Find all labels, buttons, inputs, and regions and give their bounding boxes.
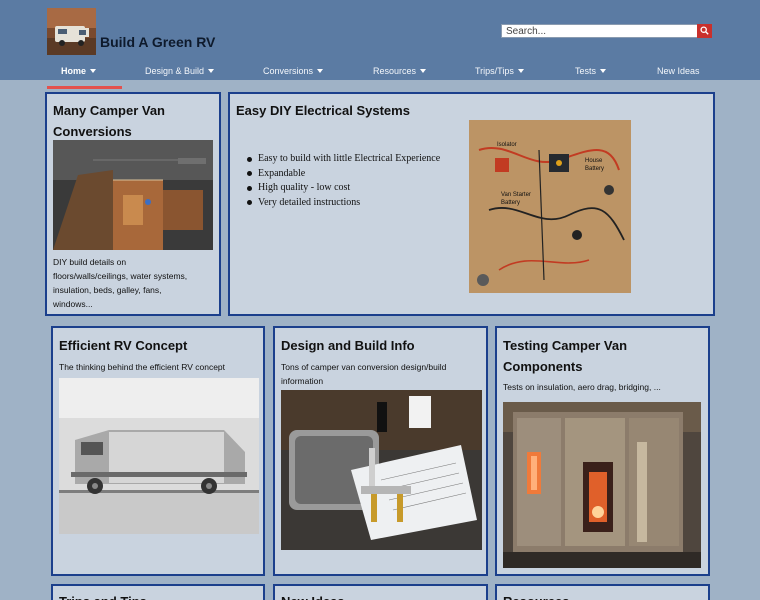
card-description: The thinking behind the efficient RV con… bbox=[59, 362, 226, 372]
feature-list: Easy to build with little Electrical Exp… bbox=[247, 152, 440, 210]
card-title: Testing Camper Van Components bbox=[503, 335, 627, 377]
card-efficient-rv[interactable]: Efficient RV Concept The thinking behind… bbox=[51, 326, 265, 576]
photo-label-isolator: Isolator bbox=[497, 142, 517, 148]
card-design-build[interactable]: Design and Build Info Tons of camper van… bbox=[273, 326, 488, 576]
card-trips-tips[interactable]: Trips and Tips bbox=[51, 584, 265, 600]
caret-down-icon bbox=[317, 69, 324, 73]
caret-down-icon bbox=[517, 69, 524, 73]
van-interior-photo[interactable] bbox=[53, 140, 213, 250]
card-testing[interactable]: Testing Camper Van Components Tests on i… bbox=[495, 326, 710, 576]
search-form bbox=[501, 24, 713, 38]
caret-down-icon bbox=[208, 69, 215, 73]
card-description: Tests on insulation, aero drag, bridging… bbox=[503, 382, 661, 392]
card-title: Resources bbox=[503, 591, 569, 600]
nav-label: Design & Build bbox=[145, 66, 205, 76]
card-resources[interactable]: Resources bbox=[495, 584, 710, 600]
card-title: Efficient RV Concept bbox=[59, 338, 188, 353]
list-item-text: High quality - low cost bbox=[258, 182, 351, 193]
nav-label: New Ideas bbox=[657, 66, 700, 76]
card-title: Trips and Tips bbox=[59, 591, 147, 600]
camper-van-logo[interactable] bbox=[47, 8, 96, 55]
card-description: Tons of camper van conversion design/bui… bbox=[281, 360, 481, 388]
card-title: New Ideas bbox=[281, 591, 345, 600]
caret-down-icon bbox=[600, 69, 607, 73]
card-text-line: floors/walls/ceilings, water systems, bbox=[53, 271, 188, 281]
list-item: High quality - low cost bbox=[247, 181, 440, 196]
card-new-ideas[interactable]: New Ideas bbox=[273, 584, 488, 600]
photo-label-house-battery: House bbox=[585, 158, 603, 164]
photo-label-house-battery: Battery bbox=[585, 166, 604, 172]
sink-faucet-photo[interactable] bbox=[281, 390, 482, 550]
card-conversions[interactable]: Many Camper Van Conversions DIY build de… bbox=[45, 92, 221, 316]
card-electrical[interactable]: Easy DIY Electrical Systems Easy to buil… bbox=[228, 92, 715, 316]
nav-label: Tests bbox=[575, 66, 597, 76]
nav-conversions[interactable]: Conversions bbox=[263, 66, 324, 76]
site-title[interactable]: Build A Green RV bbox=[100, 34, 215, 50]
card-text-line: DIY build details on bbox=[53, 257, 127, 267]
nav-new-ideas[interactable]: New Ideas bbox=[657, 66, 700, 76]
nav-design-build[interactable]: Design & Build bbox=[145, 66, 215, 76]
search-input[interactable] bbox=[501, 24, 698, 38]
list-item-text: Expandable bbox=[258, 167, 306, 179]
card-text-line: Tons of camper van conversion design/bui… bbox=[281, 362, 447, 372]
card-title: Design and Build Info bbox=[281, 338, 415, 353]
nav-label: Home bbox=[61, 66, 87, 76]
nav-resources[interactable]: Resources bbox=[373, 66, 427, 76]
list-item: Very detailed instructions bbox=[247, 196, 440, 211]
list-item-text: Very detailed instructions bbox=[258, 196, 361, 208]
card-title-line: Conversions bbox=[53, 124, 132, 139]
card-title-line: Many Camper Van bbox=[53, 103, 165, 118]
nav-label: Trips/Tips bbox=[475, 66, 514, 76]
list-item: Easy to build with little Electrical Exp… bbox=[247, 152, 440, 167]
search-icon bbox=[700, 22, 709, 40]
nav-label: Resources bbox=[373, 66, 417, 76]
efficient-rv-photo[interactable] bbox=[59, 378, 259, 534]
card-text-line: windows... bbox=[53, 299, 93, 309]
list-item: Expandable bbox=[247, 167, 440, 182]
active-nav-indicator bbox=[47, 86, 122, 89]
card-description: DIY build details on floors/walls/ceilin… bbox=[53, 255, 218, 311]
caret-down-icon bbox=[90, 69, 97, 73]
caret-down-icon bbox=[420, 69, 427, 73]
card-title: Many Camper Van Conversions bbox=[53, 100, 165, 142]
search-button[interactable] bbox=[697, 24, 712, 38]
nav-trips-tips[interactable]: Trips/Tips bbox=[475, 66, 524, 76]
electrical-board-photo[interactable]: Isolator House Battery Van Starter Batte… bbox=[469, 120, 631, 293]
photo-label-starter-battery: Battery bbox=[501, 200, 520, 206]
card-text-line: information bbox=[281, 376, 324, 386]
card-title: Easy DIY Electrical Systems bbox=[236, 103, 410, 118]
card-text-line: insulation, beds, galley, fans, bbox=[53, 285, 162, 295]
list-item-text: Easy to build with little Electrical Exp… bbox=[258, 153, 441, 164]
nav-label: Conversions bbox=[263, 66, 314, 76]
nav-home[interactable]: Home bbox=[61, 66, 97, 76]
photo-label-starter-battery: Van Starter bbox=[501, 192, 531, 198]
card-title-line: Testing Camper Van bbox=[503, 338, 628, 353]
nav-tests[interactable]: Tests bbox=[575, 66, 607, 76]
card-title-line: Components bbox=[503, 359, 583, 374]
insulation-test-photo[interactable] bbox=[503, 402, 701, 568]
main-nav: Home Design & Build Conversions Resource… bbox=[0, 62, 760, 80]
